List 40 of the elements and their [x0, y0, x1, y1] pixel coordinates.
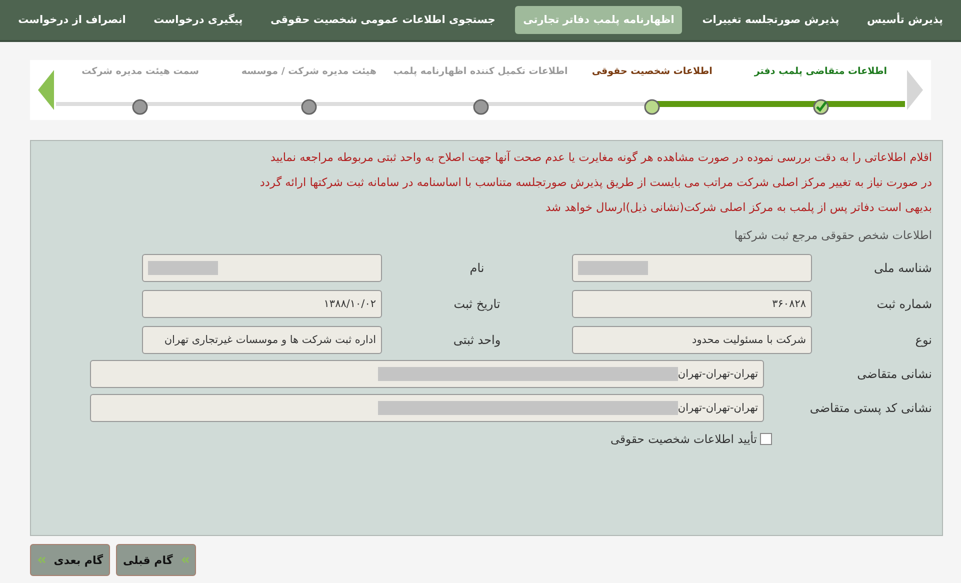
nav-tab[interactable]: جستجوی اطلاعات عمومی شخصیت حقوقی [262, 6, 504, 34]
nav-tab[interactable]: پذیرش صورتجلسه تغییرات [694, 6, 848, 34]
checkbox[interactable] [760, 433, 772, 445]
step-label[interactable]: اطلاعات شخصیت حقوقی [592, 66, 712, 77]
input-field[interactable]: ۳۶۰۸۲۸ [572, 290, 812, 318]
section-title: اطلاعات شخص حقوقی مرجع ثبت شرکتها [733, 229, 932, 242]
step-dot-icon [472, 99, 489, 115]
nav-tab[interactable]: پذیرش تأسیس [859, 6, 951, 34]
step-button[interactable]: گام قبلی [116, 544, 196, 576]
next-arrow-icon[interactable] [905, 68, 925, 112]
input-field[interactable]: اداره ثبت شرکت ها و موسسات غیرتجاری تهران [142, 326, 382, 354]
field-label: نشانی کد پستی متقاضی [808, 401, 932, 415]
input-field[interactable] [572, 254, 812, 282]
field-label: تاریخ ثبت [452, 297, 502, 311]
previous-arrow-icon[interactable] [36, 68, 56, 112]
field-label: شماره ثبت [876, 297, 932, 311]
field-label: نام [468, 261, 486, 275]
input-field[interactable]: تهران-تهران-تهران [90, 394, 764, 422]
checkbox-label: تأیید اطلاعات شخصیت حقوقی [610, 432, 757, 446]
input-field[interactable]: ۱۳۸۸/۱۰/۰۲ [142, 290, 382, 318]
nav-tab[interactable]: پیگیری درخواست [146, 6, 251, 34]
input-field[interactable] [142, 254, 382, 282]
step-dot-icon [644, 99, 660, 115]
step-check-icon [812, 99, 829, 115]
double-chevron-icon [37, 556, 46, 564]
input-field[interactable]: تهران-تهران-تهران [90, 360, 764, 388]
notice-text: بدیهی است دفاتر پس از پلمب به مرکز اصلی شرکت(نشانی ذیل)ارسال خواهد شد [544, 200, 932, 216]
notice-text: در صورت نیاز به تغییر مرکز اصلی شرکت مراتب می بایست از طریق پذیرش صورتجلسه متناسب با اساسنامه در سامانه ثبت شرکتها ارائه گردد [258, 175, 932, 191]
step-dot-icon [132, 99, 148, 115]
field-label: شناسه ملی [872, 261, 932, 275]
nav-tab[interactable]: انصراف از درخواست [10, 6, 134, 34]
field-label: نشانی متقاضی [856, 367, 932, 381]
input-field[interactable]: شرکت با مسئولیت محدود [572, 326, 812, 354]
step-button[interactable]: گام بعدی [30, 544, 110, 576]
notice-text: اقلام اطلاعاتی را به دقت بررسی نموده در صورت مشاهده هر گونه مغایرت یا عدم صحت آنها جهت اصلاح به واحد ثبتی مربوطه مراجعه نمایید [269, 150, 932, 166]
step-dot-icon [300, 99, 317, 115]
field-label: نوع [914, 333, 932, 347]
step-label[interactable]: اطلاعات متقاضی پلمب دفتر [754, 66, 888, 77]
field-label: واحد ثبتی [452, 333, 502, 347]
double-chevron-icon [180, 556, 189, 564]
